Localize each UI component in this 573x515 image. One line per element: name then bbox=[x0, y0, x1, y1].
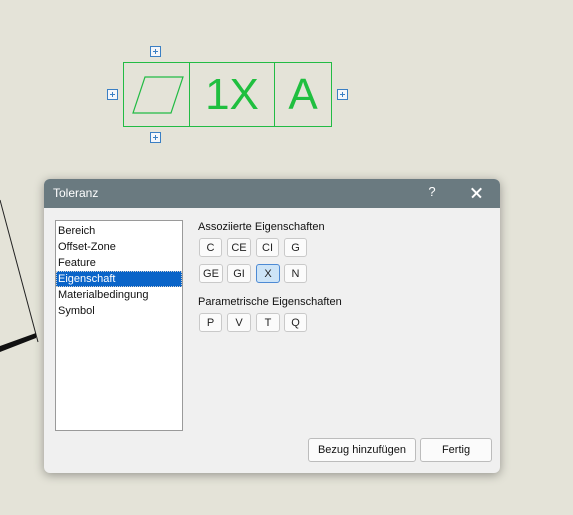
prop-t-button[interactable]: T bbox=[256, 313, 280, 332]
add-right-plus-icon[interactable] bbox=[337, 89, 348, 100]
list-item-bereich[interactable]: Bereich bbox=[56, 223, 182, 239]
list-item-symbol[interactable]: Symbol bbox=[56, 303, 182, 319]
prop-p-button[interactable]: P bbox=[199, 313, 222, 332]
prop-ci-button[interactable]: CI bbox=[256, 238, 279, 257]
datum-reference: A bbox=[288, 69, 318, 119]
add-left-plus-icon[interactable] bbox=[107, 89, 118, 100]
list-item-offset-zone[interactable]: Offset-Zone bbox=[56, 239, 182, 255]
prop-q-button[interactable]: Q bbox=[284, 313, 307, 332]
prop-g-button[interactable]: G bbox=[284, 238, 307, 257]
prop-ce-button[interactable]: CE bbox=[227, 238, 251, 257]
parametric-properties-label: Parametrische Eigenschaften bbox=[198, 296, 342, 308]
list-item-feature[interactable]: Feature bbox=[56, 255, 182, 271]
associated-properties-label: Assoziierte Eigenschaften bbox=[198, 221, 325, 233]
list-item-eigenschaft[interactable]: Eigenschaft bbox=[56, 271, 182, 287]
add-above-plus-icon[interactable] bbox=[150, 46, 161, 57]
prop-ge-button[interactable]: GE bbox=[199, 264, 223, 283]
feature-control-frame[interactable]: 1X A bbox=[123, 62, 332, 127]
help-button[interactable]: ? bbox=[424, 184, 440, 199]
parallelogram-icon bbox=[131, 75, 184, 114]
dialog-titlebar[interactable]: Toleranz ? bbox=[44, 179, 500, 208]
prop-v-button[interactable]: V bbox=[227, 313, 251, 332]
flatness-symbol bbox=[124, 63, 190, 126]
tolerance-dialog: Toleranz ? Bereich Offset-Zone Feature E… bbox=[44, 179, 500, 473]
add-reference-button[interactable]: Bezug hinzufügen bbox=[308, 438, 416, 462]
dialog-title: Toleranz bbox=[53, 186, 99, 200]
tolerance-value: 1X bbox=[190, 63, 275, 126]
prop-n-button[interactable]: N bbox=[284, 264, 307, 283]
prop-gi-button[interactable]: GI bbox=[227, 264, 251, 283]
close-icon[interactable] bbox=[464, 182, 490, 204]
list-item-materialbedingung[interactable]: Materialbedingung bbox=[56, 287, 182, 303]
add-below-plus-icon[interactable] bbox=[150, 132, 161, 143]
category-list[interactable]: Bereich Offset-Zone Feature Eigenschaft … bbox=[55, 220, 183, 431]
prop-x-button[interactable]: X bbox=[256, 264, 280, 283]
done-button[interactable]: Fertig bbox=[420, 438, 492, 462]
prop-c-button[interactable]: C bbox=[199, 238, 222, 257]
